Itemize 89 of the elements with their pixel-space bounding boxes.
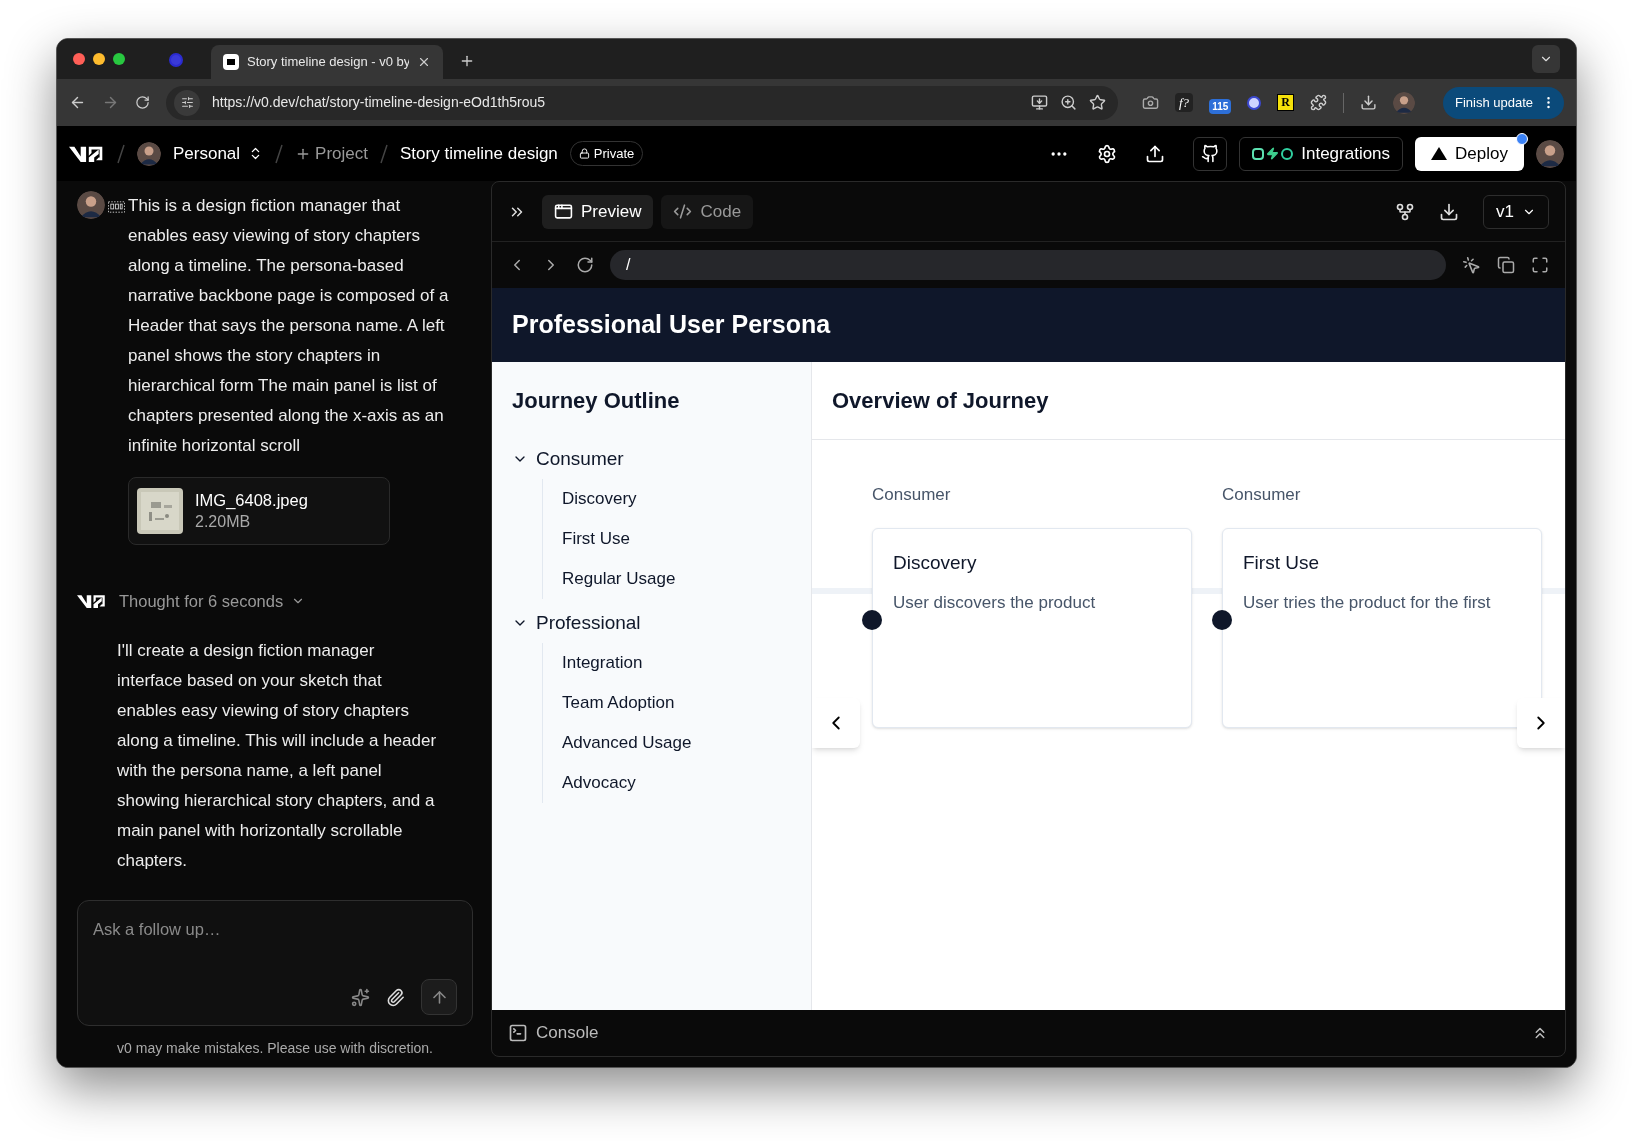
extension-badge[interactable]: 115 — [1209, 99, 1232, 114]
refresh-icon[interactable] — [576, 256, 594, 274]
camera-icon[interactable] — [1142, 94, 1159, 111]
overview-title: Overview of Journey — [832, 387, 1049, 415]
outline-item[interactable]: First Use — [562, 519, 791, 559]
outline-item[interactable]: Advocacy — [562, 763, 791, 803]
address-field[interactable]: https://v0.dev/chat/story-timeline-design-eOd1th5rou5 — [166, 85, 1118, 120]
back-icon[interactable] — [69, 94, 86, 111]
disclaimer-text: v0 may make mistakes. Please use with discretion. — [116, 1039, 434, 1058]
chapter-description: User tries the product for the first — [1243, 591, 1492, 614]
install-icon[interactable] — [1031, 94, 1048, 111]
outline-group[interactable]: Consumer — [512, 439, 791, 479]
outline-item[interactable]: Team Adoption — [562, 683, 791, 723]
file-size: 2.20MB — [195, 512, 252, 532]
code-icon — [673, 202, 693, 221]
github-icon — [1200, 144, 1220, 163]
outline-item[interactable]: Integration — [562, 643, 791, 683]
outline-title: Journey Outline — [512, 387, 681, 415]
download-icon[interactable] — [1439, 201, 1460, 222]
zoom-button[interactable] — [113, 53, 125, 65]
deploy-button[interactable]: Deploy — [1415, 136, 1524, 171]
object-placeholder-icon — [108, 201, 125, 213]
extension-icon[interactable]: f? — [1175, 92, 1194, 113]
send-button[interactable] — [421, 979, 457, 1015]
share-icon[interactable] — [1145, 143, 1166, 164]
select-element-icon[interactable] — [1462, 255, 1481, 275]
logo-icon — [77, 593, 107, 610]
integration-logos-icon — [1252, 147, 1294, 160]
settings-icon[interactable] — [1097, 143, 1118, 164]
file-name: IMG_6408.jpeg — [195, 490, 308, 511]
chapter-card[interactable]: First Use User tries the product for the first — [1222, 528, 1542, 728]
download-icon[interactable] — [1359, 94, 1377, 111]
new-window-icon[interactable] — [1497, 256, 1515, 274]
triangle-icon — [1431, 147, 1448, 160]
chapter-title: First Use — [1243, 551, 1320, 575]
outline-item[interactable]: Advanced Usage — [562, 723, 791, 763]
close-button[interactable] — [73, 53, 85, 65]
separator-icon — [380, 143, 389, 164]
github-button[interactable] — [1193, 136, 1228, 171]
project-button[interactable]: Project — [295, 140, 369, 167]
tab-search-button[interactable] — [1532, 45, 1560, 73]
console-toggle[interactable]: Console — [536, 1020, 599, 1046]
url-text: https://v0.dev/chat/story-timeline-design-eOd1th5rou5 — [212, 93, 547, 112]
sparkles-icon[interactable] — [351, 987, 370, 1007]
favicon-icon — [223, 54, 239, 70]
page-title: Professional User Persona — [512, 309, 831, 341]
version-selector[interactable]: v1 — [1483, 194, 1549, 229]
fork-icon[interactable] — [1395, 201, 1416, 222]
integrations-button[interactable]: Integrations — [1239, 136, 1404, 171]
close-icon[interactable] — [417, 55, 431, 69]
path-field[interactable]: / — [610, 250, 1446, 280]
minimize-button[interactable] — [93, 53, 105, 65]
chapter-description: User discovers the product — [893, 591, 1097, 614]
separator-icon — [275, 143, 284, 164]
terminal-icon — [508, 1023, 528, 1043]
chat-title: Story timeline design — [400, 142, 558, 165]
user-message: This is a design fiction manager that enables easy viewing of story chapters along a timeline. The persona-based narrative backbone page is composed of a Header that says the persona name. A left panel shows the story chapters in hierarchical form The main panel is list of chapters presented along the x-axis as an infinite horizontal scroll — [128, 195, 450, 457]
avatar-icon — [1536, 139, 1564, 168]
window-icon — [554, 202, 573, 221]
view-tab[interactable]: Preview — [542, 194, 654, 229]
update-button[interactable]: Finish update — [1442, 86, 1564, 119]
site-settings-icon[interactable] — [174, 89, 200, 116]
outline-item[interactable]: Regular Usage — [562, 559, 791, 599]
avatar-icon — [1392, 91, 1415, 114]
new-tab-icon[interactable] — [459, 53, 475, 69]
input-field[interactable]: Ask a follow up… — [93, 917, 457, 942]
thought-toggle[interactable]: Thought for 6 seconds — [119, 589, 306, 614]
attach-icon[interactable] — [386, 987, 405, 1007]
chapter-title: Discovery — [893, 551, 978, 575]
extension-icon[interactable]: R — [1277, 94, 1294, 111]
chapter-group: Consumer — [872, 482, 1192, 528]
avatar-icon — [137, 141, 161, 166]
zoom-icon[interactable] — [1060, 94, 1077, 111]
reload-icon[interactable] — [135, 95, 150, 110]
extensions-icon[interactable] — [1309, 94, 1327, 111]
chapter-group: Consumer — [1222, 482, 1542, 528]
chapter-card[interactable]: Discovery User discovers the product — [872, 528, 1192, 728]
view-tab[interactable]: Code — [661, 194, 754, 229]
avatar-icon — [77, 191, 105, 219]
assistant-message: I'll create a design fiction manager interface based on your sketch that enables easy viewing of story chapters along a timeline. This will include a header with the persona name, a left panel showing hierarchical story chapters, and a main panel with horizontally scrollable chapters. — [117, 639, 438, 872]
bookmark-icon[interactable] — [1089, 94, 1106, 111]
outline-item[interactable]: Discovery — [562, 479, 791, 519]
message-input[interactable]: Ask a follow up… — [77, 900, 473, 1026]
extension-icon[interactable] — [1247, 95, 1262, 110]
workspace-selector[interactable]: Personal — [173, 140, 264, 167]
fullscreen-icon[interactable] — [1531, 256, 1549, 274]
separator-icon — [117, 143, 125, 164]
outline-group[interactable]: Professional — [512, 603, 791, 643]
attachment-card[interactable]: IMG_6408.jpeg 2.20MB — [128, 477, 390, 545]
